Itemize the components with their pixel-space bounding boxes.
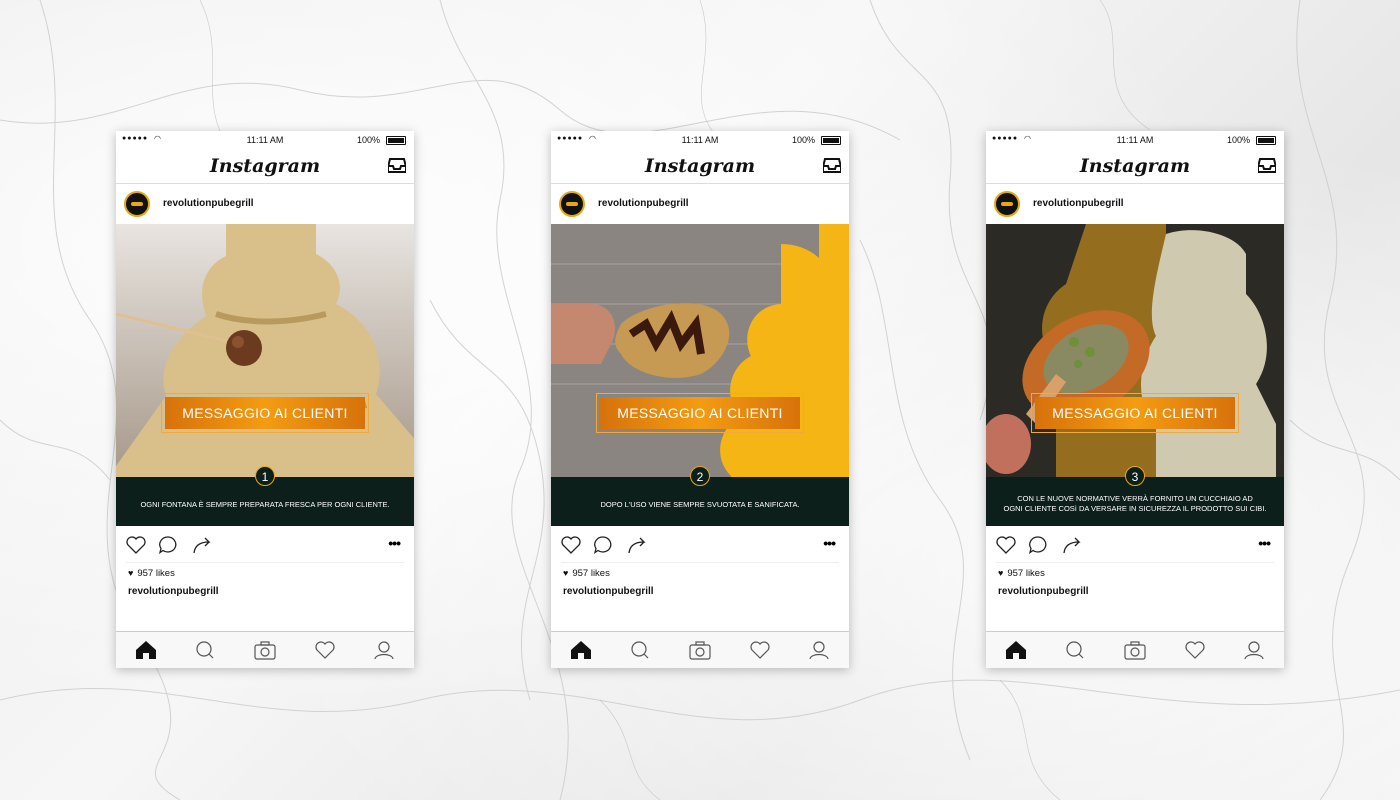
avatar[interactable] [994, 191, 1020, 217]
comment-icon[interactable] [158, 536, 178, 554]
phone-mockup-3: ●●●●● ◠ 11:11 AM 100% Instagram revoluti… [986, 131, 1284, 668]
image-caption-line-1: CON LE NUOVE NORMATIVE VERRÀ FORNITO UN … [1017, 494, 1253, 503]
battery-percent: 100% [1226, 135, 1250, 145]
top-bar: Instagram [986, 149, 1284, 184]
post-header[interactable]: revolutionpubegrill [551, 184, 849, 224]
battery-icon [386, 136, 406, 145]
avatar[interactable] [124, 191, 150, 217]
post-image[interactable]: MESSAGGIO AI CLIENTI 1 OGNI FONTANA È SE… [116, 224, 414, 526]
profile-icon[interactable] [373, 640, 395, 660]
post-header[interactable]: revolutionpubegrill [986, 184, 1284, 224]
avatar[interactable] [559, 191, 585, 217]
camera-icon[interactable] [254, 640, 276, 660]
step-number-badge: 2 [690, 466, 710, 486]
image-caption: OGNI FONTANA È SEMPRE PREPARATA FRESCA P… [140, 500, 390, 509]
likes-count[interactable]: ♥ 957 likes [116, 563, 414, 583]
username[interactable]: revolutionpubegrill [163, 198, 254, 209]
likes-count[interactable]: ♥ 957 likes [551, 563, 849, 583]
status-bar: ●●●●● ◠ 11:11 AM 100% [551, 131, 849, 149]
heart-icon[interactable] [996, 536, 1016, 554]
status-bar: ●●●●● ◠ 11:11 AM 100% [986, 131, 1284, 149]
home-icon[interactable] [1005, 640, 1027, 660]
more-icon[interactable]: ••• [1258, 535, 1271, 551]
heart-icon[interactable] [126, 536, 146, 554]
battery-icon [1256, 136, 1276, 145]
action-bar: ••• [996, 526, 1274, 563]
comment-icon[interactable] [593, 536, 613, 554]
activity-icon[interactable] [1184, 640, 1206, 660]
more-icon[interactable]: ••• [388, 535, 401, 551]
search-icon[interactable] [629, 640, 651, 660]
likes-heart-icon: ♥ [128, 568, 134, 578]
image-caption: DOPO L'USO VIENE SEMPRE SVUOTATA E SANIF… [600, 500, 800, 509]
phone-mockup-1: ●●●●● ◠ 11:11 AM 100% Instagram revoluti… [116, 131, 414, 668]
activity-icon[interactable] [749, 640, 771, 660]
username[interactable]: revolutionpubegrill [1033, 198, 1124, 209]
camera-icon[interactable] [1124, 640, 1146, 660]
share-icon[interactable] [192, 536, 214, 554]
username[interactable]: revolutionpubegrill [598, 198, 689, 209]
post-owner[interactable]: revolutionpubegrill [116, 583, 414, 601]
action-bar: ••• [126, 526, 404, 563]
step-number-badge: 1 [255, 466, 275, 486]
instagram-logo: Instagram [644, 155, 756, 177]
heart-icon[interactable] [561, 536, 581, 554]
instagram-logo: Instagram [209, 155, 321, 177]
home-icon[interactable] [570, 640, 592, 660]
post-header[interactable]: revolutionpubegrill [116, 184, 414, 224]
share-icon[interactable] [1062, 536, 1084, 554]
instagram-logo: Instagram [1079, 155, 1191, 177]
battery-percent: 100% [791, 135, 815, 145]
message-banner[interactable]: MESSAGGIO AI CLIENTI [596, 393, 804, 433]
top-bar: Instagram [116, 149, 414, 184]
search-icon[interactable] [1064, 640, 1086, 660]
step-number-badge: 3 [1125, 466, 1145, 486]
post-image[interactable]: MESSAGGIO AI CLIENTI 3 CON LE NUOVE NORM… [986, 224, 1284, 526]
camera-icon[interactable] [689, 640, 711, 660]
bottom-tab-bar [551, 631, 849, 668]
post-image[interactable]: MESSAGGIO AI CLIENTI 2 DOPO L'USO VIENE … [551, 224, 849, 526]
inbox-icon[interactable] [823, 157, 841, 173]
likes-count[interactable]: ♥ 957 likes [986, 563, 1284, 583]
battery-percent: 100% [356, 135, 380, 145]
image-caption: CON LE NUOVE NORMATIVE VERRÀ FORNITO UN … [996, 494, 1274, 514]
post-owner[interactable]: revolutionpubegrill [986, 583, 1284, 601]
profile-icon[interactable] [1243, 640, 1265, 660]
message-banner[interactable]: MESSAGGIO AI CLIENTI [161, 393, 369, 433]
inbox-icon[interactable] [1258, 157, 1276, 173]
bottom-tab-bar [986, 631, 1284, 668]
action-bar: ••• [561, 526, 839, 563]
profile-icon[interactable] [808, 640, 830, 660]
more-icon[interactable]: ••• [823, 535, 836, 551]
phone-mockup-2: ●●●●● ◠ 11:11 AM 100% Instagram revoluti… [551, 131, 849, 668]
likes-heart-icon: ♥ [563, 568, 569, 578]
home-icon[interactable] [135, 640, 157, 660]
bottom-tab-bar [116, 631, 414, 668]
share-icon[interactable] [627, 536, 649, 554]
comment-icon[interactable] [1028, 536, 1048, 554]
message-banner[interactable]: MESSAGGIO AI CLIENTI [1031, 393, 1239, 433]
image-caption-line-2: OGNI CLIENTE COSì DA VERSARE IN SICUREZZ… [1003, 504, 1267, 513]
activity-icon[interactable] [314, 640, 336, 660]
search-icon[interactable] [194, 640, 216, 660]
inbox-icon[interactable] [388, 157, 406, 173]
battery-icon [821, 136, 841, 145]
top-bar: Instagram [551, 149, 849, 184]
post-owner[interactable]: revolutionpubegrill [551, 583, 849, 601]
likes-heart-icon: ♥ [998, 568, 1004, 578]
status-bar: ●●●●● ◠ 11:11 AM 100% [116, 131, 414, 149]
